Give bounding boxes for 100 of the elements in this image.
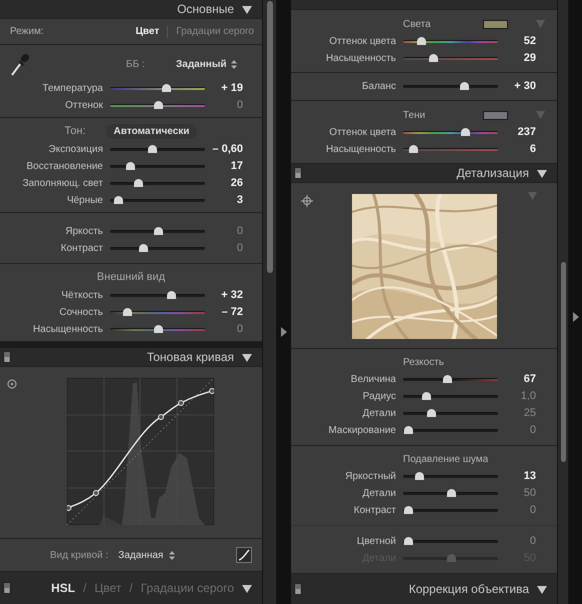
slider-track[interactable]: [403, 429, 498, 432]
slider-label: Сочность: [58, 306, 104, 320]
slider-track[interactable]: [110, 294, 205, 297]
slider-thumb[interactable]: [409, 145, 418, 153]
wb-dropdown[interactable]: Заданный: [176, 56, 237, 72]
slider-value: – 0,60: [211, 142, 243, 158]
slider-thumb[interactable]: [126, 162, 135, 170]
scrollbar-thumb[interactable]: [561, 262, 566, 462]
collapse-triangle-icon[interactable]: [242, 4, 252, 14]
slider-thumb[interactable]: [154, 325, 162, 333]
slider-track[interactable]: [110, 199, 205, 202]
panel-title[interactable]: Детализация: [456, 164, 529, 182]
mode-label: Режим:: [10, 25, 44, 39]
slider-thumb[interactable]: [139, 244, 148, 252]
slider-track[interactable]: [403, 395, 498, 398]
panel-tab[interactable]: HSL: [51, 579, 76, 597]
slider-track[interactable]: [110, 182, 205, 185]
slider-thumb[interactable]: [404, 537, 413, 545]
slider-thumb[interactable]: [134, 179, 143, 187]
panel-title[interactable]: Коррекция объектива: [408, 580, 529, 598]
collapse-triangle-icon[interactable]: [242, 352, 252, 362]
target-adjust-icon[interactable]: [7, 379, 17, 389]
panel-title[interactable]: Тоновая кривая: [146, 348, 234, 366]
slider-track[interactable]: [403, 509, 498, 512]
slider-track[interactable]: [110, 230, 205, 233]
section-heading: Света: [403, 18, 432, 32]
slider-thumb[interactable]: [415, 472, 424, 480]
panel-toggle-icon[interactable]: [3, 351, 11, 363]
collapse-triangle-icon[interactable]: [242, 584, 252, 592]
slider-value: 25: [522, 406, 536, 422]
slider-label: Экспозиция: [48, 143, 104, 157]
collapse-triangle-icon[interactable]: [537, 584, 547, 594]
panel-toggle-icon[interactable]: [3, 582, 11, 594]
section-heading: Резкость: [403, 356, 444, 370]
slider-thumb[interactable]: [460, 128, 470, 136]
slider-thumb[interactable]: [148, 145, 157, 153]
slider-thumb[interactable]: [404, 506, 413, 514]
auto-button[interactable]: Автоматически: [106, 124, 198, 138]
slider-track[interactable]: [403, 412, 498, 415]
slider-track[interactable]: [403, 85, 498, 88]
slider-value: 0: [528, 534, 536, 550]
section-heading: Внешний вид: [96, 270, 166, 285]
slider-value: 0: [528, 423, 536, 438]
slider-value: + 19: [220, 81, 243, 96]
slider-thumb[interactable]: [162, 84, 172, 92]
slider-value: 29: [522, 51, 536, 66]
slider-thumb[interactable]: [417, 37, 426, 45]
slider-track[interactable]: [403, 40, 498, 43]
slider-thumb[interactable]: [429, 54, 438, 62]
slider-thumb[interactable]: [426, 409, 436, 417]
slider-thumb[interactable]: [460, 82, 469, 90]
slider-value: 26: [230, 176, 243, 192]
slider-track[interactable]: [403, 540, 498, 543]
slider-thumb[interactable]: [404, 426, 413, 434]
slider-thumb[interactable]: [166, 291, 176, 299]
slider-thumb[interactable]: [114, 196, 123, 204]
slider-track[interactable]: [110, 148, 205, 151]
slider-thumb[interactable]: [154, 227, 162, 235]
slider-track[interactable]: [110, 165, 205, 168]
color-swatch[interactable]: [483, 110, 508, 120]
panel-toggle-icon[interactable]: [294, 167, 302, 179]
collapse-triangle-icon[interactable]: [537, 168, 547, 178]
slider-track[interactable]: [110, 247, 205, 250]
expand-arrow-icon[interactable]: [572, 312, 578, 322]
slider-label: Радиус: [362, 390, 397, 404]
slider-value: – 72: [220, 305, 243, 320]
tab-separator: /: [83, 580, 86, 597]
slider-track[interactable]: [110, 87, 205, 90]
slider-track[interactable]: [403, 492, 498, 495]
slider-value: 237: [516, 125, 536, 140]
slider-thumb[interactable]: [446, 489, 456, 497]
panel-toggle-icon[interactable]: [294, 583, 302, 595]
slider-thumb[interactable]: [123, 308, 132, 316]
slider-thumb[interactable]: [154, 101, 162, 109]
slider-track[interactable]: [403, 131, 498, 134]
panel-title[interactable]: Основные: [177, 0, 234, 18]
scrollbar-thumb[interactable]: [267, 1, 273, 273]
slider-label: Баланс: [360, 80, 397, 94]
slider-thumb[interactable]: [422, 392, 431, 400]
slider-label: Величина: [350, 373, 397, 387]
slider-label: Насыщенность: [324, 52, 397, 66]
slider-track[interactable]: [403, 378, 498, 381]
color-swatch[interactable]: [483, 20, 508, 28]
crosshair-icon[interactable]: [301, 195, 313, 207]
slider-value: 0: [236, 241, 243, 256]
expand-arrow-icon[interactable]: [281, 327, 287, 337]
slider-value: + 32: [220, 288, 243, 304]
slider-track[interactable]: [110, 311, 205, 314]
point-curve-icon[interactable]: [236, 547, 252, 563]
slider-track[interactable]: [110, 104, 205, 107]
updown-caret-icon: [230, 60, 237, 68]
curve-type-dropdown[interactable]: Заданная: [118, 548, 176, 562]
mode-option[interactable]: Цвет: [136, 24, 160, 39]
slider-track[interactable]: [403, 148, 498, 151]
slider-value: 6: [528, 142, 536, 158]
slider-track[interactable]: [403, 475, 498, 478]
slider-track[interactable]: [110, 328, 205, 331]
section-heading: Тон:: [64, 124, 86, 139]
slider-track[interactable]: [403, 57, 498, 60]
slider-thumb[interactable]: [442, 375, 452, 383]
